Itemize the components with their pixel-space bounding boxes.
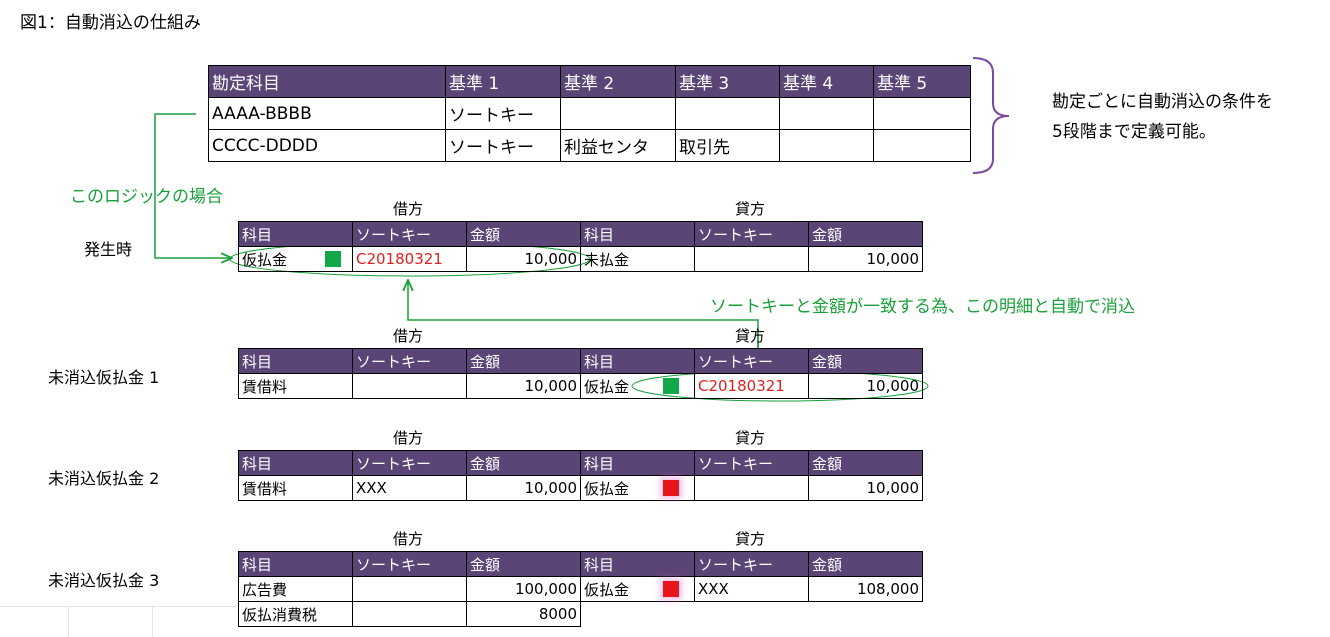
debit-amount: 10,000 xyxy=(466,475,581,501)
debit-account-cell: 仮払金 xyxy=(238,246,353,272)
credit-account-cell: 仮払金 xyxy=(580,475,695,501)
header-cell: 科目 xyxy=(238,450,353,476)
grid-divider xyxy=(68,606,69,637)
journal-table: 科目 ソートキー 金額 科目 ソートキー 金額 賃借料 10,000 仮払金 C… xyxy=(238,348,923,399)
credit-account xyxy=(580,601,695,627)
journal-table: 科目 ソートキー 金額 科目 ソートキー 金額 仮払金 C20180321 10… xyxy=(238,221,923,272)
journal-row: 広告費 100,000 仮払金 XXX 108,000 xyxy=(238,576,923,602)
journal-header-row: 科目 ソートキー 金額 科目 ソートキー 金額 xyxy=(238,221,923,247)
journal-table: 科目 ソートキー 金額 科目 ソートキー 金額 賃借料 XXX 10,000 仮… xyxy=(238,450,923,501)
grid-divider xyxy=(0,606,236,607)
header-cell: ソートキー xyxy=(352,348,467,374)
credit-label: 貸方 xyxy=(735,429,766,447)
credit-label: 貸方 xyxy=(735,530,766,548)
header-cell: 科目 xyxy=(580,551,695,577)
block-label: 未消込仮払金 2 xyxy=(48,469,160,488)
header-cell: 金額 xyxy=(466,221,581,247)
header-cell: 金額 xyxy=(808,551,923,577)
header-cell: ソートキー xyxy=(694,348,809,374)
header-cell: 金額 xyxy=(808,221,923,247)
credit-account-cell: 仮払金 xyxy=(580,576,695,602)
debit-account: 仮払金 xyxy=(242,250,288,269)
header-cell: 科目 xyxy=(238,348,353,374)
header-cell: ソートキー xyxy=(352,551,467,577)
header-cell: ソートキー xyxy=(694,551,809,577)
credit-sort-key xyxy=(694,601,809,627)
header-cell: 金額 xyxy=(466,348,581,374)
debit-label: 借方 xyxy=(393,429,424,447)
debit-amount: 100,000 xyxy=(466,576,581,602)
debit-account: 賃借料 xyxy=(238,373,353,399)
debit-amount: 8000 xyxy=(466,601,581,627)
debit-account: 賃借料 xyxy=(238,475,353,501)
debit-label: 借方 xyxy=(393,327,424,345)
header-cell: 科目 xyxy=(238,221,353,247)
red-marker-icon xyxy=(663,480,679,496)
journal-header-row: 科目 ソートキー 金額 科目 ソートキー 金額 xyxy=(238,450,923,476)
header-cell: 科目 xyxy=(580,348,695,374)
connector-lines xyxy=(154,113,929,402)
credit-amount: 108,000 xyxy=(808,576,923,602)
debit-label: 借方 xyxy=(393,530,424,548)
header-cell: 金額 xyxy=(466,450,581,476)
debit-amount: 10,000 xyxy=(466,373,581,399)
journal-row: 仮払金 C20180321 10,000 未払金 10,000 xyxy=(238,246,923,272)
block-label: 未消込仮払金 3 xyxy=(48,571,160,590)
debit-sort-key xyxy=(352,601,467,627)
credit-sort-key xyxy=(694,475,809,501)
header-cell: ソートキー xyxy=(352,221,467,247)
credit-account-cell: 仮払金 xyxy=(580,373,695,399)
credit-sort-key: XXX xyxy=(694,576,809,602)
block-label: 発生時 xyxy=(84,240,133,259)
journal-row: 仮払消費税 8000 xyxy=(238,601,923,627)
credit-amount: 10,000 xyxy=(808,475,923,501)
journal-row: 賃借料 10,000 仮払金 C20180321 10,000 xyxy=(238,373,923,399)
logic-label: このロジックの場合 xyxy=(70,187,223,207)
debit-amount: 10,000 xyxy=(466,246,581,272)
debit-account: 仮払消費税 xyxy=(238,601,353,627)
credit-amount xyxy=(808,601,923,627)
credit-account: 未払金 xyxy=(580,246,695,272)
credit-amount: 10,000 xyxy=(808,246,923,272)
credit-account: 仮払金 xyxy=(584,377,630,396)
red-marker-icon xyxy=(663,581,679,597)
match-label: ソートキーと金額が一致する為、この明細と自動で消込 xyxy=(710,297,1135,317)
header-cell: 金額 xyxy=(466,551,581,577)
block-label: 未消込仮払金 1 xyxy=(48,368,160,387)
header-cell: 科目 xyxy=(238,551,353,577)
grid-divider xyxy=(152,606,153,637)
header-cell: 科目 xyxy=(580,221,695,247)
header-cell: ソートキー xyxy=(694,450,809,476)
header-cell: 金額 xyxy=(808,450,923,476)
debit-label: 借方 xyxy=(393,200,424,218)
credit-label: 貸方 xyxy=(735,200,766,218)
header-cell: 科目 xyxy=(580,450,695,476)
debit-account: 広告費 xyxy=(238,576,353,602)
debit-sort-key xyxy=(352,373,467,399)
header-cell: ソートキー xyxy=(694,221,809,247)
credit-account: 仮払金 xyxy=(584,479,630,498)
journal-header-row: 科目 ソートキー 金額 科目 ソートキー 金額 xyxy=(238,348,923,374)
header-cell: ソートキー xyxy=(352,450,467,476)
journal-row: 賃借料 XXX 10,000 仮払金 10,000 xyxy=(238,475,923,501)
debit-sort-key: C20180321 xyxy=(352,246,467,272)
green-marker-icon xyxy=(325,251,341,267)
credit-sort-key: C20180321 xyxy=(694,373,809,399)
credit-account: 仮払金 xyxy=(584,580,630,599)
credit-sort-key xyxy=(694,246,809,272)
credit-label: 貸方 xyxy=(735,327,766,345)
credit-amount: 10,000 xyxy=(808,373,923,399)
journal-header-row: 科目 ソートキー 金額 科目 ソートキー 金額 xyxy=(238,551,923,577)
debit-sort-key: XXX xyxy=(352,475,467,501)
journal-table: 科目 ソートキー 金額 科目 ソートキー 金額 広告費 100,000 仮払金 … xyxy=(238,551,923,627)
green-marker-icon xyxy=(663,378,679,394)
debit-sort-key xyxy=(352,576,467,602)
header-cell: 金額 xyxy=(808,348,923,374)
